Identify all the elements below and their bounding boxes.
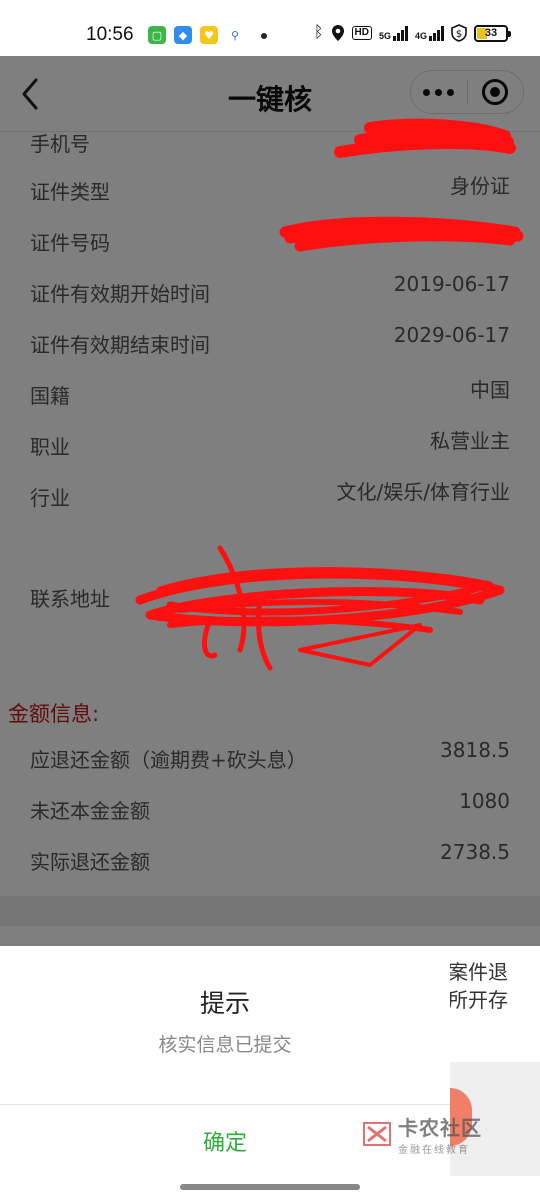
dialog-title: 提示 (199, 989, 250, 1018)
svg-text:$: $ (456, 29, 462, 40)
watermark-main-text: 卡农社区 (398, 1116, 482, 1140)
behind-text-line: 所开存 (448, 988, 508, 1012)
battery-icon: 33 (474, 24, 511, 42)
status-bar: 10:56 ▢ ◆ ♥ ⚲ ᛒ HD 5G 4G $ 33 (0, 0, 540, 56)
notification-icons: ▢ ◆ ♥ ⚲ (148, 26, 244, 44)
notification-dot-icon (261, 33, 267, 39)
status-indicators: ᛒ HD 5G 4G $ 33 (313, 24, 511, 42)
bluetooth-icon: ᛒ (313, 24, 324, 41)
search-app-icon: ⚲ (226, 26, 244, 44)
watermark-sub-text: 金融在线教育 (398, 1145, 470, 1156)
status-time: 10:56 (86, 24, 134, 45)
kanong-logo-icon (363, 1122, 391, 1146)
browser-app-icon: ◆ (174, 26, 192, 44)
home-indicator[interactable] (180, 1184, 360, 1190)
wallet-app-icon: ♥ (200, 26, 218, 44)
page-behind-fragment: 案件退 所开存 (448, 946, 540, 1062)
behind-text-line: 案件退 (448, 960, 508, 984)
messages-app-icon: ▢ (148, 26, 166, 44)
shield-dollar-icon: $ (451, 24, 467, 42)
signal-4g-icon: 4G (415, 25, 444, 41)
dialog-message: 核实信息已提交 (158, 1034, 292, 1056)
signal-5g-icon: 5G (379, 25, 408, 41)
location-icon (331, 25, 344, 41)
hd-badge: HD (351, 26, 372, 40)
watermark: 卡农社区 金融在线教育 (360, 1112, 482, 1156)
